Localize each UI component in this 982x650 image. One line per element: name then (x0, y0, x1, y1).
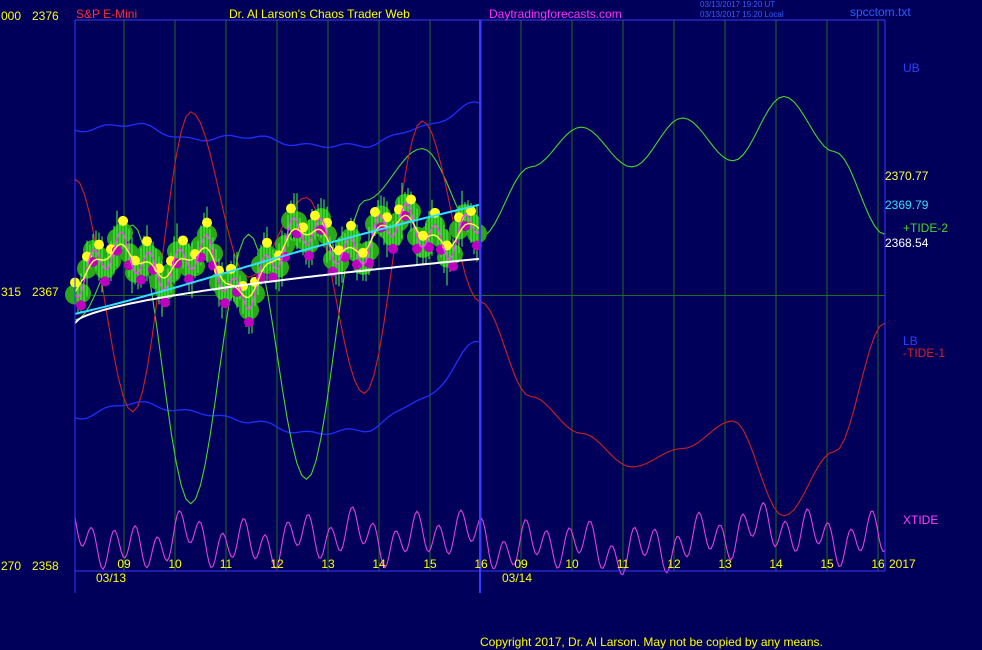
x-tick-label: 13 (321, 557, 335, 571)
year-label: 2017 (889, 557, 916, 571)
low-dot (220, 298, 230, 309)
chart-title: Dr. Al Larson's Chaos Trader Web (229, 7, 410, 21)
price-mid-label: 2367 (32, 285, 59, 299)
low-dot (100, 276, 110, 287)
x-tick-label: 16 (871, 557, 885, 571)
symbol-label: S&P E-Mini (76, 7, 137, 21)
left-axis-top-label: 000 (1, 9, 21, 23)
low-dot (136, 274, 146, 285)
site-link[interactable]: Daytradingforecasts.com (489, 7, 622, 21)
x-tick-label: 12 (667, 557, 681, 571)
high-dot (406, 194, 416, 205)
date-label-day2: 03/14 (502, 571, 532, 585)
high-dot (202, 217, 212, 228)
x-tick-label: 09 (117, 557, 131, 571)
x-tick-label: 10 (565, 557, 579, 571)
date-label-day1: 03/13 (96, 571, 126, 585)
high-dot (118, 215, 128, 226)
timestamp-local: 03/13/2017 15:20 Local (700, 10, 784, 19)
x-tick-label: 15 (820, 557, 834, 571)
file-name: spcctom.txt (850, 5, 911, 19)
high-dot (418, 230, 428, 241)
high-dot (346, 220, 356, 231)
low-dot (244, 317, 254, 328)
left-axis-bottom-label: 270 (1, 559, 21, 573)
left-axis-mid-label: 315 (1, 285, 21, 299)
high-dot (262, 237, 272, 248)
low-dot (388, 243, 398, 254)
price-top-label: 2376 (32, 9, 59, 23)
price-label-c: 2368.54 (885, 236, 929, 250)
high-dot (286, 203, 296, 214)
low-dot (304, 250, 314, 261)
high-dot (94, 239, 104, 250)
price-label-a: 2370.77 (885, 169, 929, 183)
low-dot (160, 297, 170, 308)
low-dot (76, 300, 86, 311)
price-bottom-label: 2358 (32, 559, 59, 573)
x-tick-label: 11 (617, 557, 630, 571)
x-tick-label: 12 (270, 557, 284, 571)
x-tick-label: 10 (168, 557, 182, 571)
x-tick-label: 15 (423, 557, 437, 571)
high-dot (142, 236, 152, 247)
x-tick-label: 13 (718, 557, 732, 571)
xtide-label: XTIDE (903, 513, 938, 527)
x-tick-label: 14 (372, 557, 386, 571)
timestamp-ut: 03/13/2017 19:20 UT (700, 0, 775, 9)
x-tick-label: 11 (220, 557, 233, 571)
price-label-b: 2369.79 (885, 198, 929, 212)
ub-label: UB (903, 61, 920, 75)
x-tick-label: 14 (769, 557, 783, 571)
tide2-label: +TIDE-2 (903, 221, 948, 235)
high-dot (178, 235, 188, 246)
x-tick-label: 09 (514, 557, 528, 571)
chaos-trader-chart: 09 10 11 12 13 14 15 16 09 10 11 12 13 14 15 16 000 237… (0, 0, 982, 650)
tide1-label: -TIDE-1 (903, 346, 945, 360)
x-tick-label: 16 (474, 557, 488, 571)
copyright-notice: Copyright 2017, Dr. Al Larson. May not b… (480, 635, 823, 649)
